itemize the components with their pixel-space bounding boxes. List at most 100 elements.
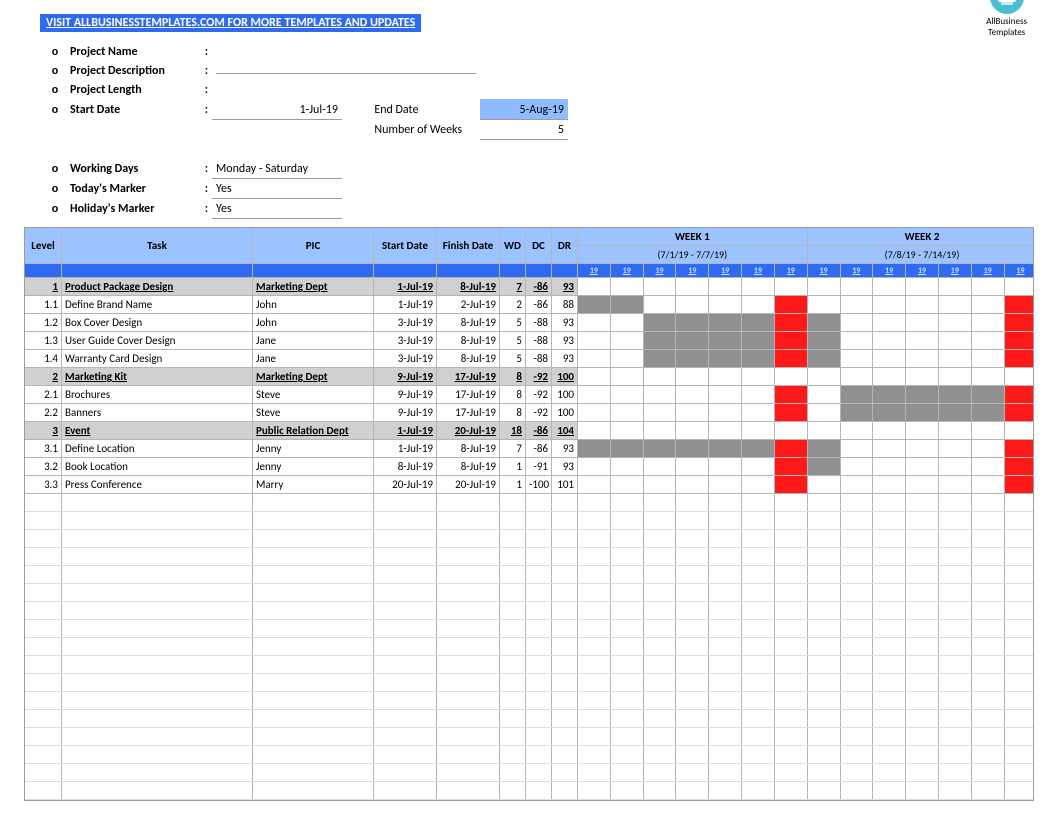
- gantt-cell: [578, 476, 611, 494]
- gantt-cell: [1004, 296, 1034, 314]
- empty-row: [25, 746, 1034, 764]
- task-row[interactable]: 1.4Warranty Card DesignJane3-Jul-198-Jul…: [25, 350, 1034, 368]
- gantt-cell: [610, 476, 643, 494]
- cell-dc: -88: [526, 314, 552, 332]
- top-banner-link[interactable]: VISIT ALLBUSINESSTEMPLATES.COM FOR MORE …: [40, 14, 421, 32]
- gantt-cell: [676, 278, 709, 296]
- gantt-cell: [774, 368, 807, 386]
- bullet-icon: o: [44, 159, 66, 179]
- gantt-cell: [938, 368, 971, 386]
- cell-dc: -92: [526, 404, 552, 422]
- gantt-cell: [873, 368, 906, 386]
- gantt-area[interactable]: LevelTaskPICStart DateFinish DateWDDCDRW…: [24, 227, 1034, 801]
- cell-pic: John: [253, 296, 374, 314]
- gantt-cell: [709, 458, 742, 476]
- gantt-cell: [742, 296, 775, 314]
- bullet-icon: o: [44, 61, 66, 80]
- cell-wd: 8: [500, 404, 526, 422]
- project-desc-input[interactable]: [212, 61, 480, 80]
- gantt-cell: [807, 278, 840, 296]
- task-row[interactable]: 1.3User Guide Cover DesignJane3-Jul-198-…: [25, 332, 1034, 350]
- gantt-cell: [906, 296, 939, 314]
- cell-task: Warranty Card Design: [62, 350, 253, 368]
- gantt-cell: [840, 476, 873, 494]
- gantt-cell: [906, 404, 939, 422]
- bullet-icon: o: [44, 80, 66, 99]
- holiday-marker-input[interactable]: Yes: [212, 199, 342, 219]
- project-meta: o Project Name : o Project Description :…: [44, 42, 1057, 219]
- gantt-cell: [938, 476, 971, 494]
- task-row[interactable]: 3.1Define LocationJenny1-Jul-198-Jul-197…: [25, 440, 1034, 458]
- gantt-cell: [774, 458, 807, 476]
- cell-wd: 1: [500, 458, 526, 476]
- cell-pic: Marketing Dept: [253, 278, 374, 296]
- today-marker-input[interactable]: Yes: [212, 179, 342, 199]
- cell-pic: John: [253, 314, 374, 332]
- gantt-cell: [1004, 386, 1034, 404]
- task-row[interactable]: 2Marketing KitMarketing Dept9-Jul-1917-J…: [25, 368, 1034, 386]
- gantt-cell: [873, 422, 906, 440]
- cell-task: Press Conference: [62, 476, 253, 494]
- gantt-cell: [1004, 278, 1034, 296]
- header-level: Level: [25, 228, 62, 264]
- task-row[interactable]: 3.2Book LocationJenny8-Jul-198-Jul-191-9…: [25, 458, 1034, 476]
- task-row[interactable]: 1.1Define Brand NameJohn1-Jul-192-Jul-19…: [25, 296, 1034, 314]
- gantt-cell: [873, 476, 906, 494]
- cell-level: 1.4: [25, 350, 62, 368]
- gantt-cell: [971, 350, 1004, 368]
- working-days-input[interactable]: Monday - Saturday: [212, 159, 342, 179]
- gantt-cell: [1004, 350, 1034, 368]
- cell-dc: -88: [526, 350, 552, 368]
- cell-pic: Jenny: [253, 440, 374, 458]
- task-row[interactable]: 2.2BannersSteve9-Jul-1917-Jul-198-92100: [25, 404, 1034, 422]
- task-row[interactable]: 3.3Press ConferenceMarry20-Jul-1920-Jul-…: [25, 476, 1034, 494]
- day-header: 19: [774, 264, 807, 278]
- project-length-input[interactable]: [212, 80, 342, 99]
- gantt-cell: [742, 458, 775, 476]
- gantt-cell: [676, 440, 709, 458]
- cell-level: 1: [25, 278, 62, 296]
- gantt-cell: [938, 350, 971, 368]
- gantt-cell: [971, 296, 1004, 314]
- end-date-label: End Date: [370, 99, 480, 120]
- cell-start-date: 9-Jul-19: [374, 386, 437, 404]
- bullet-icon: o: [44, 99, 66, 120]
- day-header: 19: [840, 264, 873, 278]
- start-date-input[interactable]: 1-Jul-19: [212, 99, 342, 120]
- task-row[interactable]: 2.1BrochuresSteve9-Jul-1917-Jul-198-9210…: [25, 386, 1034, 404]
- gantt-cell: [643, 404, 676, 422]
- bullet-icon: o: [44, 179, 66, 199]
- gantt-cell: [709, 350, 742, 368]
- gantt-cell: [971, 404, 1004, 422]
- task-row[interactable]: 1.2Box Cover DesignJohn3-Jul-198-Jul-195…: [25, 314, 1034, 332]
- gantt-cell: [840, 458, 873, 476]
- cell-dr: 101: [552, 476, 578, 494]
- cell-start-date: 1-Jul-19: [374, 422, 437, 440]
- cell-finish-date: 17-Jul-19: [437, 368, 500, 386]
- cell-task: Marketing Kit: [62, 368, 253, 386]
- gantt-cell: [709, 440, 742, 458]
- cell-dr: 93: [552, 458, 578, 476]
- gantt-cell: [643, 386, 676, 404]
- task-row[interactable]: 1Product Package DesignMarketing Dept1-J…: [25, 278, 1034, 296]
- gantt-cell: [643, 314, 676, 332]
- gantt-cell: [643, 476, 676, 494]
- cell-wd: 7: [500, 440, 526, 458]
- task-row[interactable]: 3EventPublic Relation Dept1-Jul-1920-Jul…: [25, 422, 1034, 440]
- cell-task: Event: [62, 422, 253, 440]
- empty-row: [25, 674, 1034, 692]
- gantt-cell: [971, 476, 1004, 494]
- empty-row: [25, 530, 1034, 548]
- cell-level: 2.1: [25, 386, 62, 404]
- gantt-cell: [709, 476, 742, 494]
- day-header: 19: [742, 264, 775, 278]
- cell-finish-date: 8-Jul-19: [437, 332, 500, 350]
- project-name-input[interactable]: [212, 42, 342, 61]
- cell-wd: 8: [500, 386, 526, 404]
- gantt-cell: [610, 314, 643, 332]
- gantt-cell: [840, 368, 873, 386]
- gantt-cell: [774, 386, 807, 404]
- cell-finish-date: 8-Jul-19: [437, 458, 500, 476]
- gantt-cell: [643, 422, 676, 440]
- cell-pic: Marry: [253, 476, 374, 494]
